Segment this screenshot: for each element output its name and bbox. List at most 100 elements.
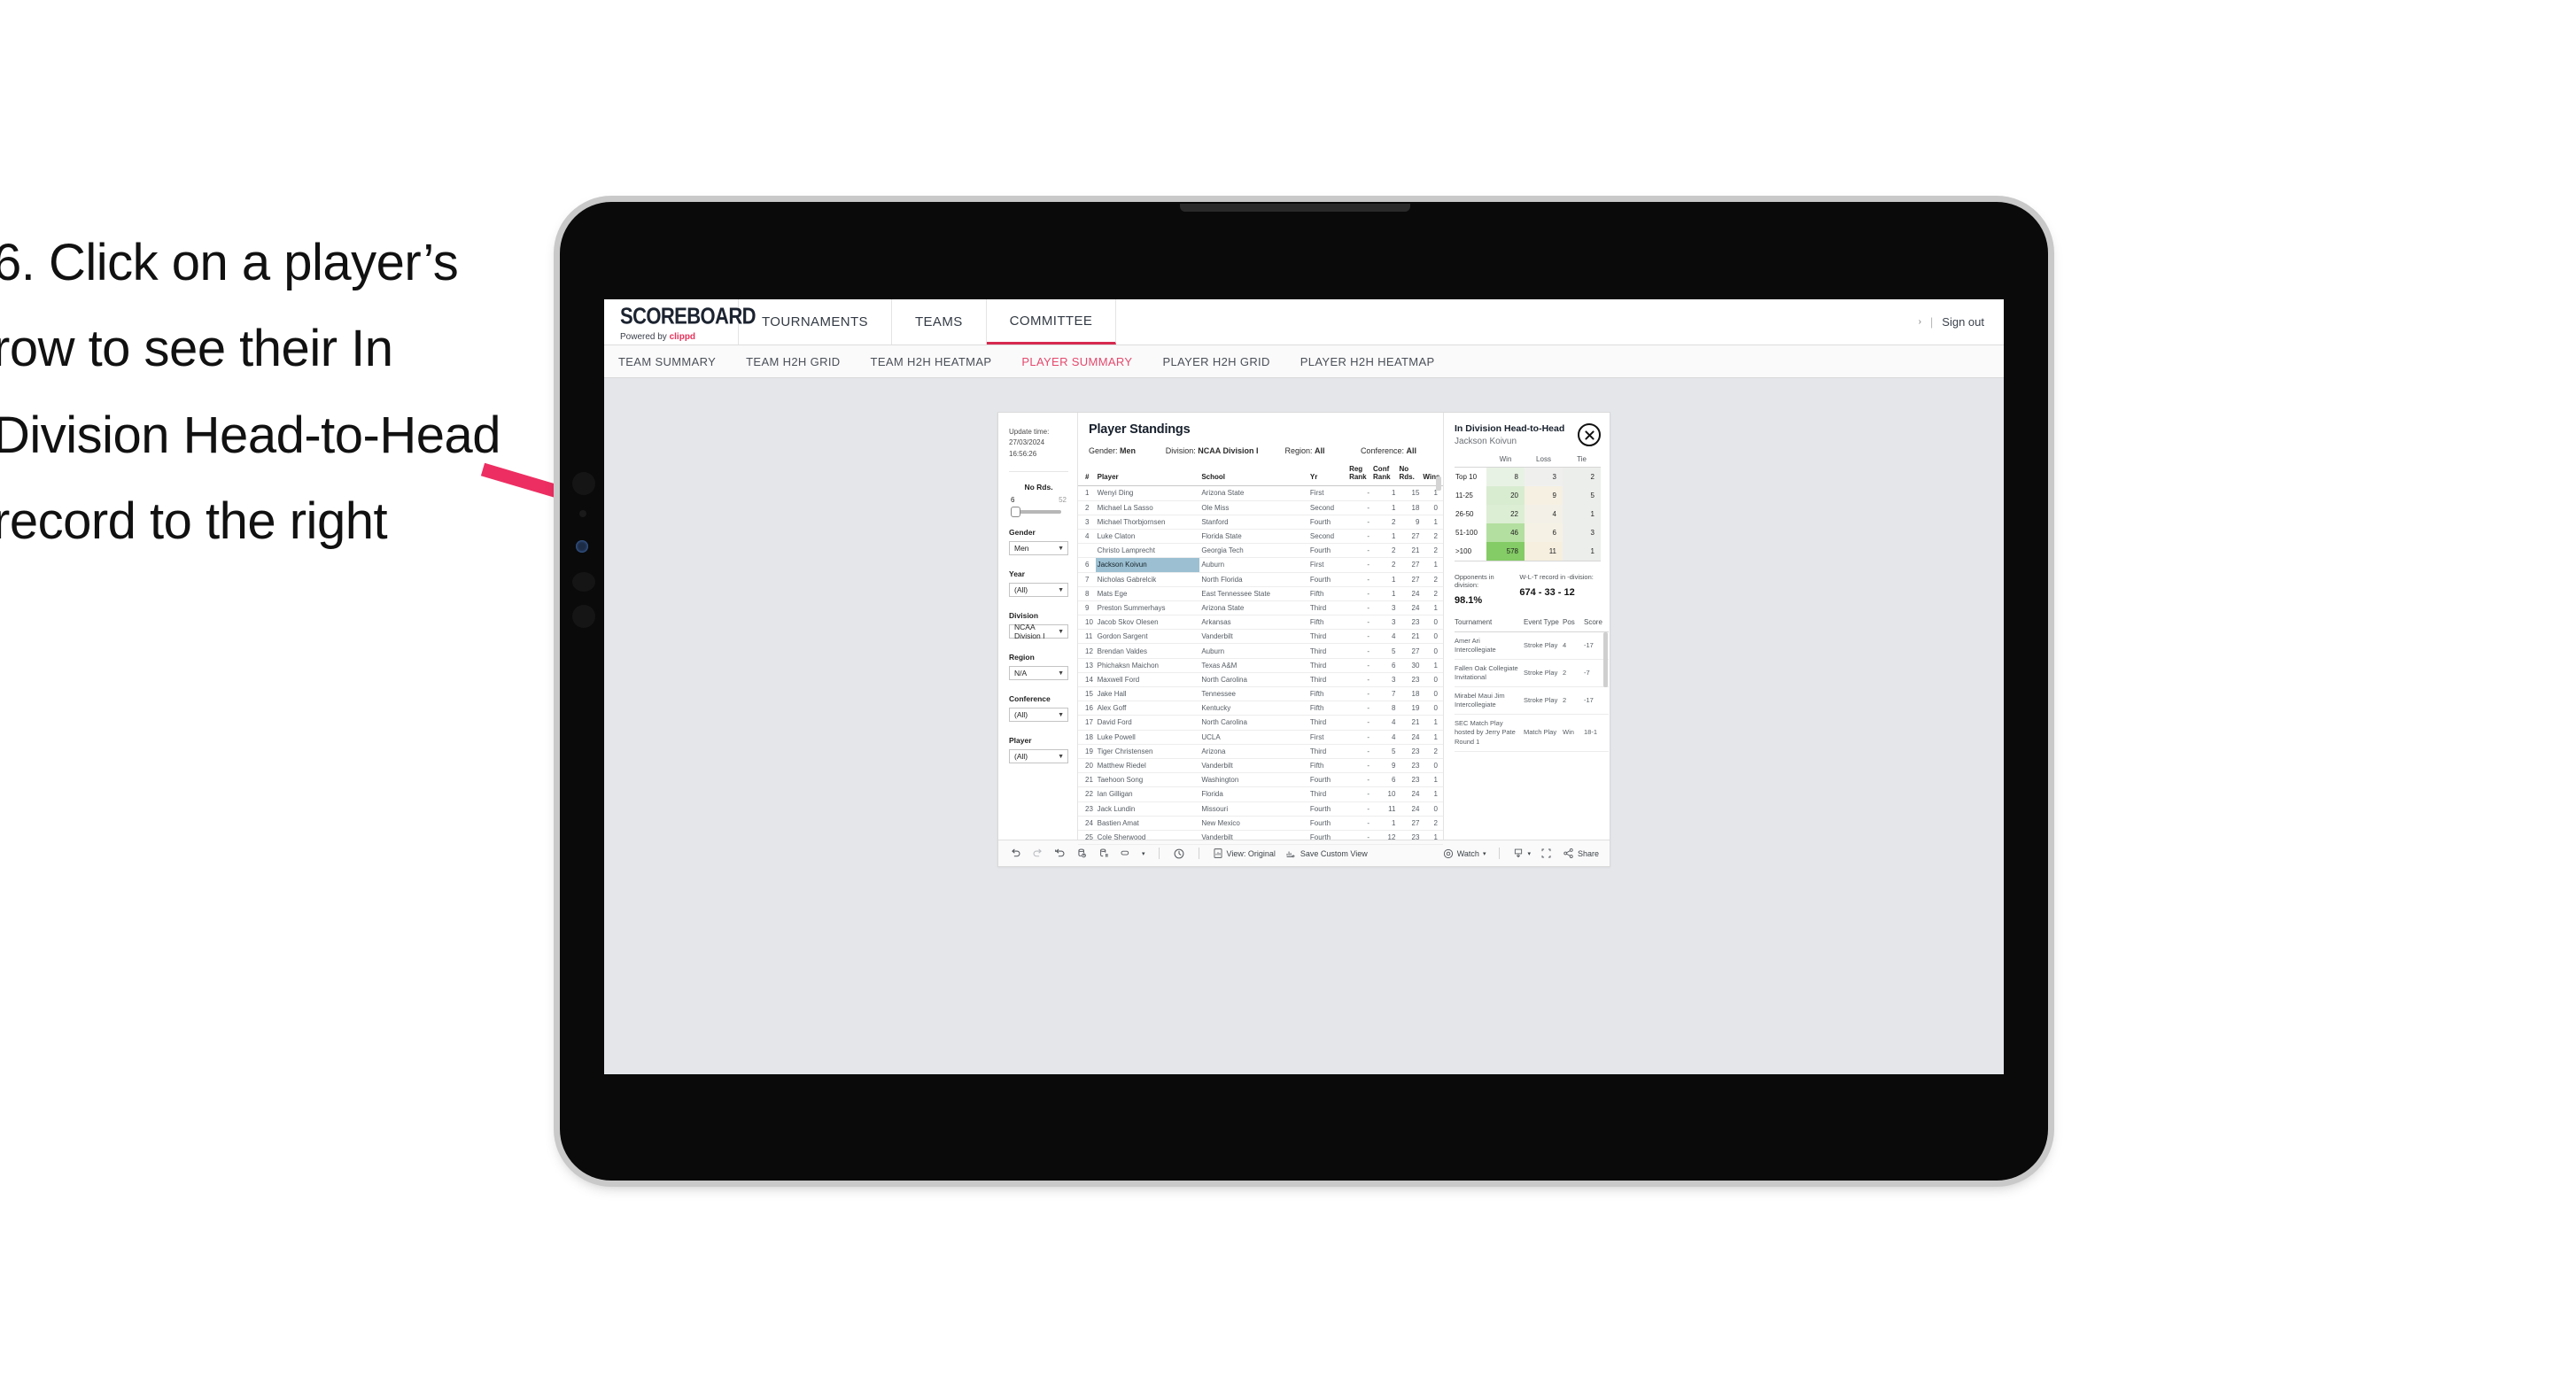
row-wins: 1 [1421,772,1443,788]
save-custom-view-button[interactable]: Save Custom View [1285,848,1368,859]
sign-out-link[interactable]: Sign out [1942,315,1984,329]
filter-division-select[interactable]: NCAA Division I ▼ [1009,623,1068,640]
filter-gender-select[interactable]: Men ▼ [1009,541,1068,556]
h2h-panel: In Division Head-to-Head Jackson Koivun … [1443,413,1610,840]
nav-item-teams[interactable]: TEAMS [892,299,987,345]
table-row[interactable]: 18 Luke Powell UCLA First -4 24 1 [1078,730,1443,745]
row-school: Missouri [1199,801,1308,817]
row-player: Preston Summerhays [1095,600,1200,616]
table-row[interactable]: 13 Phichaksn Maichon Texas A&M Third -6 30 1 [1078,658,1443,673]
tab-player-summary[interactable]: PLAYER SUMMARY [1021,355,1132,368]
col-conf-rank[interactable]: Conf Rank [1371,463,1398,487]
slider-handle[interactable] [1011,507,1020,518]
watch-button[interactable]: Watch ▾ [1443,848,1486,859]
table-row[interactable]: 7 Nicholas Gabrelcik North Florida Fourth -1… [1078,572,1443,587]
download-button[interactable]: ▾ [1513,848,1531,859]
toolbar-divider [1499,848,1501,859]
row-school: Arizona State [1199,485,1308,501]
table-row[interactable]: 1 Wenyi Ding Arizona State First -1 15 1 [1078,485,1443,501]
tournament-row[interactable]: SEC Match Play hosted by Jerry Pate Roun… [1455,714,1609,752]
table-row[interactable]: 4 Luke Claton Florida State Second -1 27 2 [1078,529,1443,545]
fullscreen-icon[interactable] [1540,848,1553,860]
col-reg-rank[interactable]: Reg Rank [1347,463,1372,487]
no-rds-slider[interactable]: 6 52 [1009,496,1068,518]
table-row[interactable]: 10 Jacob Skov Olesen Arkansas Fifth -3 23 0 [1078,615,1443,631]
table-row[interactable]: 24 Bastien Amat New Mexico Fourth -1 27 2 [1078,816,1443,831]
tab-player-h2h-heatmap[interactable]: PLAYER H2H HEATMAP [1300,355,1435,368]
col-player[interactable]: Player [1095,463,1200,487]
table-row[interactable]: 19 Tiger Christensen Arizona Third -5 23 2 [1078,744,1443,759]
refresh-data-icon[interactable] [1075,848,1088,860]
filter-region-select[interactable]: N/A ▼ [1009,666,1068,681]
row-rank: 14 [1078,672,1096,688]
row-school: Florida [1199,786,1308,802]
col-rank[interactable]: # [1078,463,1096,487]
brand-logo[interactable]: SCOREBOARD Powered by clippd [604,299,757,345]
table-row[interactable]: 21 Taehoon Song Washington Fourth -6 23 1 [1078,772,1443,788]
chevron-down-icon: ▼ [1058,711,1064,718]
filter-conference-select[interactable]: (All) ▼ [1009,708,1068,723]
nav-item-tournaments[interactable]: TOURNAMENTS [739,299,892,345]
filter-region-label: Region [1009,653,1035,662]
tab-team-h2h-heatmap[interactable]: TEAM H2H HEATMAP [871,355,992,368]
col-no-rds[interactable]: No Rds. [1397,463,1422,487]
view-original-button[interactable]: View: Original [1213,848,1276,859]
table-row[interactable]: 2 Michael La Sasso Ole Miss Second -1 18 0 [1078,500,1443,515]
tab-team-summary[interactable]: TEAM SUMMARY [618,355,716,368]
table-row[interactable]: Christo Lamprecht Georgia Tech Fourth -2 21 2 [1078,543,1443,559]
table-row[interactable]: 8 Mats Ege East Tennessee State Fifth -1 24 2 [1078,586,1443,601]
tab-team-h2h-grid[interactable]: TEAM H2H GRID [746,355,840,368]
h2h-cell-tie: 1 [1563,541,1601,561]
table-row[interactable]: 16 Alex Goff Kentucky Fifth -8 19 0 [1078,701,1443,716]
close-icon[interactable] [1578,423,1601,446]
h2h-cell-loss: 9 [1525,485,1563,505]
filter-year-value: (All) [1014,585,1028,595]
filter-year-select[interactable]: (All) ▼ [1009,583,1068,598]
chevron-down-icon[interactable]: ▾ [1142,850,1145,857]
table-row[interactable]: 15 Jake Hall Tennessee Fifth -7 18 0 [1078,686,1443,702]
tab-player-h2h-grid[interactable]: PLAYER H2H GRID [1162,355,1269,368]
row-yr: Third [1307,658,1348,673]
table-row[interactable]: 14 Maxwell Ford North Carolina Third -3 23 0 [1078,672,1443,688]
col-school[interactable]: School [1199,463,1308,487]
standings-vertical-scrollbar[interactable] [1436,476,1441,491]
tournament-scrollbar[interactable] [1603,631,1608,687]
revert-icon[interactable] [1053,848,1066,860]
row-reg-rank: - [1347,557,1372,573]
tournament-row[interactable]: Amer Ari Intercollegiate Stroke Play 4 -17 [1455,631,1609,660]
chevron-right-icon[interactable]: › [1919,317,1921,327]
tournament-name: SEC Match Play hosted by Jerry Pate Roun… [1455,714,1524,752]
table-row[interactable]: 25 Cole Sherwood Vanderbilt Fourth -12 23 1 [1078,830,1443,846]
redo-icon[interactable] [1031,848,1044,860]
col-yr[interactable]: Yr [1307,463,1348,487]
meta-region-label: Region: [1284,446,1313,455]
row-conf-rank: 5 [1371,744,1398,759]
row-no-rds: 24 [1397,801,1422,817]
table-row[interactable]: 11 Gordon Sargent Vanderbilt Third -4 21 0 [1078,629,1443,645]
nav-item-committee[interactable]: COMMITTEE [986,299,1117,345]
table-row[interactable]: 6 Jackson Koivun Auburn First -2 27 1 [1078,557,1443,573]
row-rank: 19 [1078,744,1096,759]
stat-opponents-label: Opponents in division: [1455,572,1494,589]
filter-player-select[interactable]: (All) ▼ [1009,749,1068,764]
row-rank: 8 [1078,586,1096,601]
table-row[interactable]: 12 Brendan Valdes Auburn Third -5 27 0 [1078,643,1443,659]
tournament-row[interactable]: Mirabel Maui Jim Intercollegiate Stroke P… [1455,686,1609,716]
pause-auto-updates-icon[interactable] [1173,848,1185,860]
table-row[interactable]: 17 David Ford North Carolina Third -4 21 1 [1078,715,1443,731]
pause-updates-icon[interactable] [1098,848,1110,860]
table-row[interactable]: 3 Michael Thorbjornsen Stanford Fourth -2 9 1 [1078,515,1443,530]
table-row[interactable]: 23 Jack Lundin Missouri Fourth -11 24 0 [1078,801,1443,817]
table-row[interactable]: 22 Ian Gilligan Florida Third -10 24 1 [1078,786,1443,802]
standings-header: Player Standings Gender: Men Division: N… [1078,413,1443,455]
h2h-col-win: Win [1486,455,1525,468]
table-row[interactable]: 20 Matthew Riedel Vanderbilt Fifth -9 23 0 [1078,758,1443,774]
h2h-cell-tie: 5 [1563,485,1601,505]
h2h-cell-win: 8 [1486,467,1525,486]
table-row[interactable]: 9 Preston Summerhays Arizona State Third -3 2… [1078,600,1443,616]
slider-track[interactable] [1011,507,1061,518]
undo-icon[interactable] [1009,848,1021,860]
view-shape-icon[interactable] [1120,848,1132,860]
tournament-row[interactable]: Fallen Oak Collegiate Invitational Stroke… [1455,659,1609,688]
share-button[interactable]: Share [1563,848,1599,859]
